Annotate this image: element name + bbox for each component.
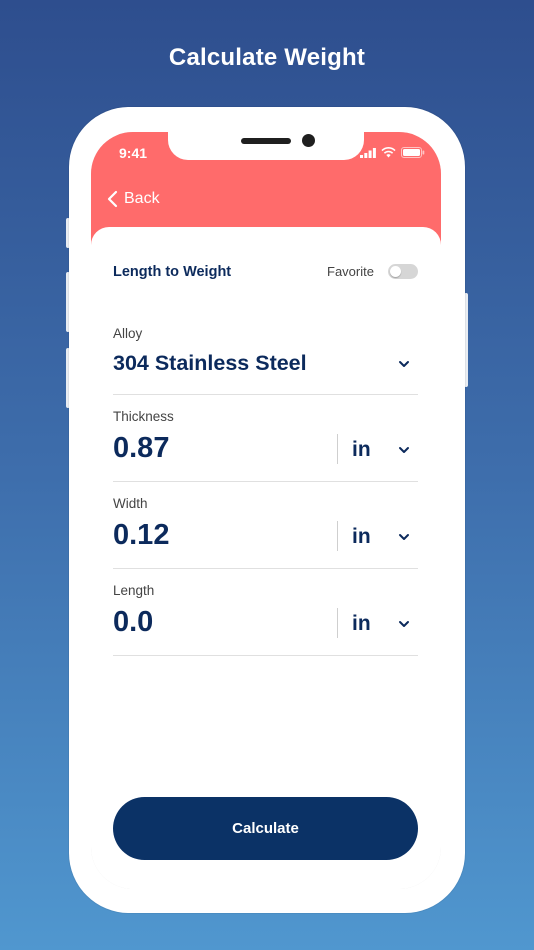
divider <box>113 655 418 656</box>
alloy-label: Alloy <box>113 326 143 341</box>
phone-screen: 9:41 Back Length to Weight Favorite Allo… <box>91 132 441 889</box>
page-headline: Calculate Weight <box>168 44 366 71</box>
phone-frame: 9:41 Back Length to Weight Favorite Allo… <box>69 107 465 913</box>
toggle-knob <box>390 266 401 277</box>
front-camera <box>302 134 315 147</box>
length-chevron-down-icon[interactable] <box>397 617 411 631</box>
phone-notch <box>168 132 364 160</box>
battery-icon <box>401 147 425 158</box>
status-time: 9:41 <box>119 145 148 161</box>
width-label: Width <box>113 496 148 511</box>
calculate-button[interactable]: Calculate <box>113 797 418 860</box>
signal-icon <box>360 147 376 158</box>
chevron-left-icon <box>107 190 118 208</box>
status-icons <box>360 147 425 158</box>
length-label: Length <box>113 583 155 598</box>
wifi-icon <box>381 147 396 158</box>
divider <box>113 568 418 569</box>
unit-separator <box>337 608 338 638</box>
thickness-input[interactable]: 0.87 <box>113 432 169 465</box>
thickness-chevron-down-icon[interactable] <box>397 443 411 457</box>
width-input[interactable]: 0.12 <box>113 519 169 552</box>
unit-separator <box>337 521 338 551</box>
calculator-card: Length to Weight Favorite Alloy 304 Stai… <box>91 227 441 889</box>
length-input[interactable]: 0.0 <box>113 606 153 639</box>
favorite-label: Favorite <box>327 264 374 279</box>
divider <box>113 481 418 482</box>
thickness-label: Thickness <box>113 409 174 424</box>
card-title: Length to Weight <box>113 264 232 280</box>
favorite-toggle[interactable] <box>388 264 418 279</box>
speaker-grille <box>241 138 291 144</box>
back-button[interactable]: Back <box>107 190 160 208</box>
divider <box>113 394 418 395</box>
width-chevron-down-icon[interactable] <box>397 530 411 544</box>
back-label: Back <box>124 190 160 207</box>
thickness-unit-select[interactable]: in <box>352 438 371 462</box>
width-unit-select[interactable]: in <box>352 525 371 549</box>
length-unit-select[interactable]: in <box>352 612 371 636</box>
alloy-chevron-down-icon[interactable] <box>397 357 411 371</box>
unit-separator <box>337 434 338 464</box>
alloy-select[interactable]: 304 Stainless Steel <box>113 351 307 376</box>
